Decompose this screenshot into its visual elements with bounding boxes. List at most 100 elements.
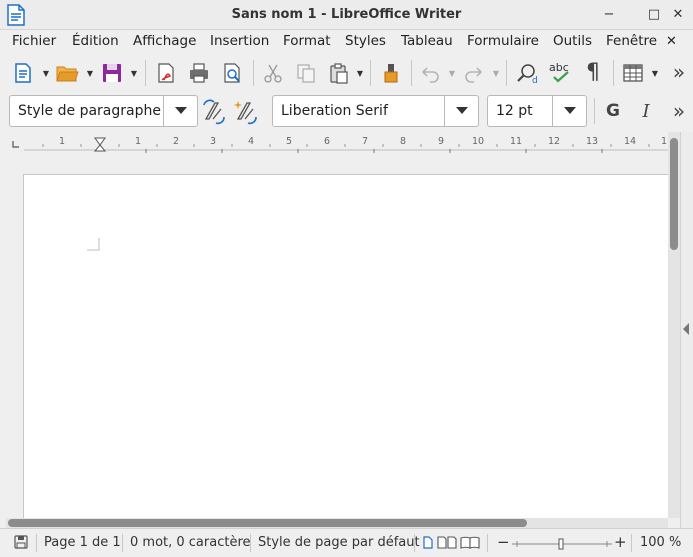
print-icon[interactable] [186,60,212,86]
paragraph-style-dropdown-icon[interactable] [163,96,197,126]
zoom-in-button[interactable]: + [614,533,627,551]
undo-dropdown-arrow-icon[interactable]: ▼ [448,60,456,86]
svg-text:abc: abc [549,61,569,74]
status-separator [122,534,123,552]
ruler-number: 13 [586,136,599,147]
status-bar: Page 1 de 1 0 mot, 0 caractère Style de … [0,528,693,557]
status-separator [631,534,632,552]
maximize-button[interactable]: □ [646,6,662,22]
open-dropdown-arrow-icon[interactable]: ▼ [86,60,94,86]
page-style-status[interactable]: Style de page par défaut [258,535,420,550]
bold-button[interactable]: G [600,98,626,124]
svg-text:d: d [532,76,538,84]
menu-outils[interactable]: Outils [553,33,592,49]
new-dropdown-arrow-icon[interactable]: ▼ [42,60,50,86]
paste-icon[interactable] [326,60,352,86]
minimize-button[interactable]: − [601,6,617,22]
new-style-icon[interactable] [234,99,260,125]
sidebar-toggle-icon[interactable] [680,318,692,340]
paragraph-style-combo[interactable]: Style de paragraphe [9,95,198,127]
menu-formulaire[interactable]: Formulaire [467,33,539,49]
export-pdf-icon[interactable] [153,60,179,86]
spellcheck-icon[interactable]: abc [548,60,574,86]
multi-page-view-icon[interactable] [437,536,457,553]
insert-table-icon[interactable] [620,60,646,86]
font-size-value: 12 pt [496,103,533,119]
word-count-status[interactable]: 0 mot, 0 caractère [130,535,251,550]
menu-insertion[interactable]: Insertion [210,33,269,49]
redo-icon[interactable] [461,60,487,86]
open-folder-icon[interactable] [54,60,80,86]
document-canvas[interactable] [6,156,668,518]
ruler-number: 1 [661,136,668,147]
font-name-combo[interactable]: Liberation Serif [272,95,479,127]
close-window-button[interactable]: ✕ [670,6,686,22]
close-document-button[interactable]: ✕ [666,34,677,49]
table-dropdown-arrow-icon[interactable]: ▼ [651,60,659,86]
save-icon[interactable] [99,60,125,86]
undo-icon[interactable] [417,60,443,86]
status-separator [414,534,415,552]
page-number-status[interactable]: Page 1 de 1 [44,535,121,550]
redo-dropdown-arrow-icon[interactable]: ▼ [492,60,500,86]
menu-styles[interactable]: Styles [345,33,386,49]
horizontal-scrollbar-thumb[interactable] [8,519,527,527]
font-size-combo[interactable]: 12 pt [487,95,587,127]
ruler-number: 10 [472,136,485,147]
menu-tableau[interactable]: Tableau [401,33,453,49]
menu-format[interactable]: Format [283,33,331,49]
ruler-number: 12 [548,136,561,147]
document-modified-icon[interactable] [14,535,28,553]
font-name-value: Liberation Serif [281,103,388,119]
toolbar-separator [370,60,371,86]
paste-dropdown-arrow-icon[interactable]: ▼ [356,60,364,86]
status-separator [36,534,37,552]
document-page[interactable] [23,174,668,518]
print-preview-icon[interactable] [219,60,245,86]
toolbar-separator [594,98,595,124]
single-page-view-icon[interactable] [423,536,433,553]
ruler-number: 9 [438,136,445,147]
clone-formatting-icon[interactable] [378,60,404,86]
zoom-level-status[interactable]: 100 % [640,535,681,550]
menu-fichier[interactable]: Fichier [12,33,56,49]
font-name-dropdown-icon[interactable] [444,96,478,126]
save-dropdown-arrow-icon[interactable]: ▼ [130,60,138,86]
status-separator [250,534,251,552]
copy-icon[interactable] [293,60,319,86]
cut-icon[interactable] [260,60,286,86]
vertical-scrollbar-thumb[interactable] [670,138,678,250]
ruler-number: 11 [510,136,523,147]
menu-affichage[interactable]: Affichage [133,33,196,49]
ruler-number: 6 [324,136,331,147]
menu-fenetre[interactable]: Fenêtre [606,33,657,49]
more-formatting-icon[interactable]: » [666,98,692,124]
zoom-slider[interactable] [512,538,612,554]
toolbar-separator [145,60,146,86]
ruler-number: 2 [173,136,180,147]
more-options-icon[interactable]: » [666,59,692,85]
toolbar-separator [506,60,507,86]
ruler-number: 4 [248,136,255,147]
formatting-marks-icon[interactable]: ¶ [580,59,606,85]
update-style-icon[interactable] [202,99,228,125]
status-separator [487,534,488,552]
menu-edition[interactable]: Édition [72,33,119,49]
zoom-out-button[interactable]: − [497,533,510,551]
ruler-number: 3 [210,136,217,147]
ruler-number: 8 [400,136,407,147]
ruler-number: 7 [362,136,369,147]
ruler-number: 1 [135,136,142,147]
horizontal-ruler[interactable]: 1 1 2 3 4 5 6 7 8 9 10 11 12 13 14 1 [0,132,668,156]
italic-button[interactable]: I [633,98,659,124]
ruler-number: 14 [624,136,637,147]
new-document-icon[interactable] [10,60,36,86]
paragraph-style-value: Style de paragraphe [18,103,161,119]
find-replace-icon[interactable]: d [514,60,540,86]
book-view-icon[interactable] [460,536,480,553]
window-title: Sans nom 1 - LibreOffice Writer [231,7,462,22]
font-size-dropdown-icon[interactable] [552,96,586,126]
ruler-scale [12,137,668,153]
ruler-number: 1 [59,136,66,147]
title-bar: Sans nom 1 - LibreOffice Writer − □ ✕ [0,0,693,30]
